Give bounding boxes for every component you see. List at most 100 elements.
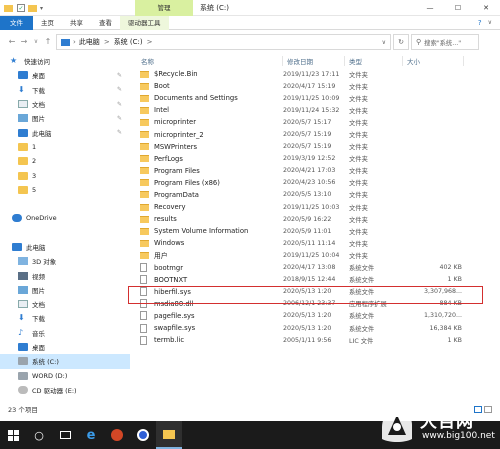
- pin-icon[interactable]: ✎: [117, 101, 122, 108]
- tiles-view-icon[interactable]: [484, 405, 492, 413]
- nav-folder-3[interactable]: 3: [0, 168, 130, 182]
- tab-share[interactable]: 共享: [62, 16, 91, 30]
- nav-downloads-pc[interactable]: ⬇ 下载: [0, 311, 130, 325]
- nav-documents-pc[interactable]: 文档: [0, 297, 130, 311]
- file-row[interactable]: microprinter 2020/5/7 15:17 文件夹: [137, 116, 500, 128]
- star-icon: ★: [10, 56, 18, 66]
- file-row[interactable]: Recovery 2019/11/25 10:03 文件夹: [137, 201, 500, 213]
- maximize-button[interactable]: ☐: [444, 4, 472, 12]
- breadcrumb-this-pc[interactable]: 此电脑: [79, 37, 100, 47]
- chevron-down-icon[interactable]: ∨: [488, 19, 492, 26]
- pin-icon[interactable]: ✎: [117, 129, 122, 136]
- file-row[interactable]: System Volume Information 2020/5/9 11:01 文…: [137, 225, 500, 237]
- nav-downloads[interactable]: ⬇ 下载 ✎: [0, 83, 130, 97]
- file-row[interactable]: pagefile.sys 2020/5/13 1:20 系统文件 1,310,720.…: [137, 310, 500, 322]
- back-arrow-icon[interactable]: ←: [6, 34, 18, 50]
- tab-home[interactable]: 主页: [33, 16, 62, 30]
- task-view-icon[interactable]: [52, 431, 78, 439]
- nav-label: 图片: [32, 286, 45, 295]
- nav-folder-2[interactable]: 2: [0, 154, 130, 168]
- column-date[interactable]: 修改日期: [283, 56, 345, 66]
- new-folder-icon[interactable]: [28, 4, 37, 12]
- file-name: $Recycle.Bin: [154, 70, 198, 79]
- file-row[interactable]: Documents and Settings 2019/11/25 10:09 文件…: [137, 92, 500, 104]
- file-row[interactable]: PerfLogs 2019/3/19 12:52 文件夹: [137, 153, 500, 165]
- tab-view[interactable]: 查看: [91, 16, 120, 30]
- nav-drive-c[interactable]: 系统 (C:): [0, 354, 130, 369]
- file-row[interactable]: BOOTNXT 2018/9/15 12:44 系统文件 1 KB: [137, 274, 500, 286]
- file-icon: [140, 323, 147, 333]
- file-row[interactable]: bootmgr 2020/4/17 13:08 系统文件 402 KB: [137, 262, 500, 274]
- file-row[interactable]: swapfile.sys 2020/5/13 1:20 系统文件 16,384 KB: [137, 322, 500, 334]
- file-row[interactable]: 用户 2019/11/25 10:04 文件夹: [137, 249, 500, 261]
- nav-this-pc-quick[interactable]: 此电脑 ✎: [0, 125, 130, 139]
- file-row[interactable]: ProgramData 2020/5/5 13:10 文件夹: [137, 189, 500, 201]
- nav-desktop-pc[interactable]: 桌面: [0, 340, 130, 354]
- file-row[interactable]: Boot 2020/4/17 15:19 文件夹: [137, 80, 500, 92]
- minimize-button[interactable]: —: [416, 4, 444, 12]
- file-row[interactable]: $Recycle.Bin 2019/11/23 17:11 文件夹: [137, 68, 500, 80]
- document-icon: [18, 100, 28, 109]
- search-circle-icon[interactable]: ○: [26, 429, 52, 442]
- file-row[interactable]: results 2020/5/9 16:22 文件夹: [137, 213, 500, 225]
- nav-label: 3: [32, 171, 37, 180]
- nav-pictures-pc[interactable]: 图片: [0, 283, 130, 297]
- file-row[interactable]: Program Files (x86) 2020/4/23 10:56 文件夹: [137, 177, 500, 189]
- refresh-button[interactable]: ↻: [393, 34, 409, 50]
- forward-arrow-icon[interactable]: →: [18, 34, 30, 50]
- nav-music[interactable]: ♪ 音乐: [0, 326, 130, 340]
- tab-file[interactable]: 文件: [0, 15, 33, 30]
- nav-pictures[interactable]: 图片 ✎: [0, 111, 130, 125]
- file-name-cell: results: [137, 215, 283, 223]
- breadcrumb-drive-c[interactable]: 系统 (C:): [114, 37, 143, 47]
- nav-this-pc[interactable]: 此电脑: [0, 240, 130, 254]
- close-button[interactable]: ✕: [472, 4, 500, 12]
- tab-drive-tools[interactable]: 驱动器工具: [120, 15, 169, 30]
- up-arrow-icon[interactable]: ↑: [42, 34, 54, 50]
- edge-browser-icon[interactable]: e: [78, 428, 104, 443]
- baidu-paw-icon[interactable]: [130, 429, 156, 441]
- column-size[interactable]: 大小: [403, 56, 464, 66]
- watermark-url: www.big100.net: [422, 431, 495, 441]
- file-row[interactable]: termb.lic 2005/1/11 9:56 LIC 文件 1 KB: [137, 334, 500, 346]
- details-view-icon[interactable]: [474, 405, 482, 413]
- history-chevron-icon[interactable]: ∨: [30, 34, 42, 50]
- column-type[interactable]: 类型: [345, 56, 403, 66]
- file-row[interactable]: Intel 2019/11/24 15:32 文件夹: [137, 104, 500, 116]
- nav-drive-e[interactable]: CD 驱动器 (E:): [0, 383, 130, 397]
- powerpoint-icon[interactable]: [104, 429, 130, 441]
- help-icon[interactable]: ?: [478, 19, 482, 27]
- file-name: BOOTNXT: [154, 275, 188, 284]
- checkmark-icon[interactable]: ✓: [17, 4, 25, 12]
- file-row[interactable]: microprinter_2 2020/5/7 15:19 文件夹: [137, 128, 500, 140]
- nav-quick-access[interactable]: ★ 快速访问: [0, 54, 130, 68]
- address-input[interactable]: › 此电脑 > 系统 (C:) > ∨: [56, 34, 391, 50]
- chevron-down-icon[interactable]: ▾: [40, 5, 43, 12]
- nav-drive-d[interactable]: WORD (D:): [0, 369, 130, 383]
- file-explorer-icon[interactable]: [156, 421, 182, 449]
- nav-3d-objects[interactable]: 3D 对象: [0, 254, 130, 268]
- nav-desktop[interactable]: 桌面 ✎: [0, 68, 130, 82]
- music-icon: ♪: [18, 327, 24, 337]
- nav-onedrive[interactable]: OneDrive: [0, 211, 130, 225]
- file-name-cell: ProgramData: [137, 191, 283, 199]
- pin-icon[interactable]: ✎: [117, 86, 122, 93]
- nav-documents[interactable]: 文档 ✎: [0, 97, 130, 111]
- column-name[interactable]: 名称: [137, 56, 283, 66]
- nav-folder-5[interactable]: 5: [0, 183, 130, 197]
- manage-tab[interactable]: 管理: [135, 0, 193, 16]
- windows-start-icon[interactable]: [0, 421, 26, 449]
- chevron-down-icon[interactable]: ∨: [382, 39, 386, 46]
- folder-icon: [140, 227, 149, 235]
- nav-folder-1[interactable]: 1: [0, 140, 130, 154]
- file-row[interactable]: MSWPrinters 2020/5/7 15:19 文件夹: [137, 141, 500, 153]
- nav-label: 文档: [32, 301, 45, 310]
- nav-videos[interactable]: 视频: [0, 268, 130, 282]
- file-row[interactable]: Program Files 2020/4/21 17:03 文件夹: [137, 165, 500, 177]
- pin-icon[interactable]: ✎: [117, 72, 122, 79]
- search-input[interactable]: ⚲ 搜索"系统...": [411, 34, 479, 50]
- file-row[interactable]: Windows 2020/5/11 11:14 文件夹: [137, 237, 500, 249]
- pin-icon[interactable]: ✎: [117, 115, 122, 122]
- file-name-cell: microprinter: [137, 118, 283, 126]
